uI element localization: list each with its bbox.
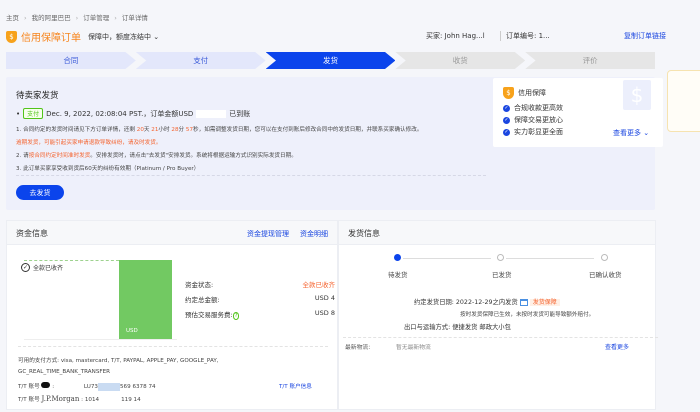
- note-1: 1. 合同约定的发货时间请见下方订单详情，还剩 20天 21小时 28分 57秒…: [16, 127, 423, 133]
- ship-date: 约定发货日期: 2022-12-29之内发货 发货保障: [414, 297, 560, 306]
- track-dot-shipped: [497, 254, 504, 261]
- tt-account-2: T/T 账号 J.P.Morgan : 1014 119 14: [18, 395, 141, 404]
- logistics-value: 暂无最新物流: [396, 345, 431, 351]
- crumb-my[interactable]: 我的阿里巴巴: [32, 14, 71, 22]
- crumb-detail: 订单详情: [121, 14, 148, 22]
- track-label: 已确认收货: [589, 271, 622, 279]
- funds-bar: USD: [119, 260, 172, 339]
- note-3: 3. 此订单买家享受收到货后60天的纠纷有效期（Platinum / Pro B…: [16, 166, 200, 172]
- fund-status: 资金状态: 全款已收齐: [185, 281, 335, 289]
- check-icon: ✓: [503, 104, 510, 112]
- step-receive: 收货: [395, 52, 526, 69]
- side-widget[interactable]: [667, 70, 700, 132]
- guarantee-item: ✓ 合规收款更高效: [503, 104, 563, 112]
- calendar-icon[interactable]: [519, 298, 528, 306]
- order-number: 订单编号: 1...: [500, 31, 550, 41]
- note-warning: 逾期发货，可能引起买家申请退款导致纠纷，请及时发货。: [16, 140, 162, 146]
- tt-info-link[interactable]: T/T 账户信息: [279, 382, 312, 390]
- ship-guarantee-badge: 发货保障: [529, 299, 560, 306]
- payment-line: • 支付 Dec. 9, 2022, 02:08:04 PST.，订单金额USD 已…: [16, 108, 251, 119]
- dollar-icon: $: [623, 80, 651, 110]
- see-more-link[interactable]: 查看更多 ⌄: [613, 128, 649, 138]
- check-circle-icon: ✓: [21, 263, 30, 272]
- logistics-more-link[interactable]: 查看更多: [605, 342, 629, 351]
- withdraw-link[interactable]: 资金提现管理: [247, 229, 289, 239]
- funds-title: 资金信息: [16, 229, 48, 238]
- progress-steps: 合同 支付 发货 收货 评价: [6, 52, 655, 69]
- received-label: ✓ 全款已收齐: [21, 263, 64, 272]
- track-label: 已发货: [492, 271, 512, 279]
- shipping-title: 发货信息: [348, 229, 380, 238]
- step-pay[interactable]: 支付: [135, 52, 266, 69]
- credit-guarantee-card: $ $ 信用保障 ✓ 合规收款更高效 ✓ 保障交易更放心 ✓ 实力彰显更全面 查看更多 …: [493, 78, 663, 147]
- payment-methods: 可用的支付方式: visa, mastercard, T/T, PAYPAL, …: [18, 358, 219, 364]
- status-dropdown[interactable]: 保障中，额度冻结中 ⌄: [88, 32, 159, 42]
- ship-date-note: 按时发货保障已生效，未按时发货可能导致额外赔付。: [460, 312, 595, 318]
- copy-link[interactable]: 复制订单链接: [624, 31, 666, 41]
- track-label: 待发货: [388, 271, 408, 279]
- track-dot-received: [601, 254, 608, 261]
- step-ship[interactable]: 发货: [265, 52, 396, 69]
- buyer: 买家: John Hag...l: [426, 32, 485, 40]
- page-title: $ 信用保障订单 保障中，额度冻结中 ⌄: [6, 29, 159, 44]
- fund-total: 约定总金额: USD 4: [185, 294, 335, 304]
- fund-fee: 预估交易服务费:? USD 8: [185, 309, 335, 320]
- logistics-label: 最新物流:: [345, 345, 371, 351]
- shield-icon: $: [503, 87, 514, 99]
- guarantee-item: ✓ 保障交易更放心: [503, 116, 563, 124]
- shield-icon: $: [6, 30, 17, 43]
- ship-button[interactable]: 去发货: [16, 185, 64, 200]
- guarantee-item: ✓ 实力彰显更全面: [503, 128, 563, 136]
- funds-panel: 资金信息 资金提现管理 资金明细 ✓ 全款已收齐 USD 资金状态: 全款已收齐 约…: [6, 220, 338, 410]
- note-2: 2. 请按合同约定时间准时发货。安排发货时，请点击"去发货"安排发货。系统将根据…: [16, 153, 297, 159]
- payment-methods-2: GC_REAL_TIME_BANK_TRANSFER: [18, 369, 111, 375]
- title-text: 信用保障订单: [21, 33, 81, 44]
- tt-account-1: T/T 账号 : LU73 569 6378 74: [18, 382, 156, 391]
- check-icon: ✓: [503, 128, 510, 136]
- track-dot-pending: [394, 254, 401, 261]
- status-title: 待卖家发货: [16, 91, 59, 101]
- ship-method: 出口与运输方式: 便捷发货 邮政大小包: [404, 324, 511, 331]
- shipping-panel: 发货信息 待发货 已发货 已确认收货 约定发货日期: 2022-12-29之内发…: [338, 220, 658, 410]
- check-icon: ✓: [503, 116, 510, 124]
- pay-tag: 支付: [23, 108, 44, 119]
- help-icon[interactable]: ?: [232, 312, 240, 320]
- crumb-home[interactable]: 主页: [6, 14, 19, 22]
- crumb-orders[interactable]: 订单管理: [83, 14, 109, 22]
- funds-detail-link[interactable]: 资金明细: [300, 229, 328, 239]
- step-contract[interactable]: 合同: [6, 52, 136, 69]
- step-review: 评价: [525, 52, 655, 69]
- breadcrumb: 主页 › 我的阿里巴巴 › 订单管理 › 订单详情: [6, 14, 148, 22]
